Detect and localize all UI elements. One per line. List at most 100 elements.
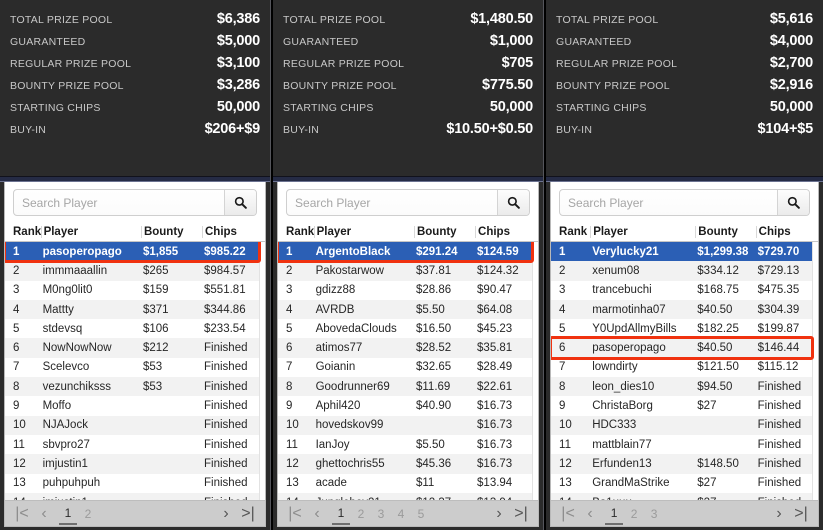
table-row[interactable]: 3 gdizz88 $28.86 $90.47 (278, 280, 539, 300)
pagination-page-1[interactable]: 1 (332, 503, 351, 525)
pagination-last-button[interactable]: >| (237, 502, 259, 526)
table-row[interactable]: 4 marmotinha07 $40.50 $304.39 (551, 299, 818, 320)
column-header-chips[interactable]: Chips (202, 225, 265, 238)
table-row[interactable]: 9 ChristaBorg $27 Finished (551, 396, 818, 416)
table-row[interactable]: 3 M0ng0lit0 $159 $551.81 (5, 280, 266, 300)
pagination-prev-button[interactable]: ‹ (306, 502, 328, 526)
pagination-page-1[interactable]: 1 (59, 503, 77, 525)
table-row[interactable]: 6 NowNowNow $212 Finished (5, 338, 266, 358)
table-row[interactable]: 6 pasoperopago $40.50 $146.44 (551, 338, 818, 358)
pagination-page-4[interactable]: 4 (392, 503, 410, 525)
cell-player: Scelevco (42, 361, 90, 374)
vertical-scrollbar[interactable] (532, 242, 539, 500)
table-row[interactable]: 8 Goodrunner69 $11.69 $22.61 (278, 377, 539, 397)
column-header-chips[interactable]: Chips (475, 225, 538, 238)
table-row[interactable]: 12 ghettochris55 $45.36 $16.73 (278, 454, 539, 474)
search-box[interactable] (286, 189, 531, 216)
column-header-bounty[interactable]: Bounty (695, 225, 755, 238)
pagination-first-button[interactable]: |< (11, 502, 33, 526)
cell-bounty: $40.50 (697, 342, 733, 355)
vertical-scrollbar[interactable] (812, 242, 818, 500)
table-row[interactable]: 8 leon_dies10 $94.50 Finished (551, 377, 818, 397)
table-row[interactable]: 4 Mattty $371 $344.86 (5, 299, 266, 320)
column-header-rank[interactable]: Rank (5, 226, 41, 238)
table-row[interactable]: 2 Pakostarwow $37.81 $124.32 (278, 261, 539, 281)
table-row[interactable]: 7 Scelevco $53 Finished (5, 357, 266, 378)
table-row[interactable]: 10 NJAJock Finished (5, 415, 266, 435)
column-header-rank[interactable]: Rank (278, 226, 314, 238)
column-header-bounty[interactable]: Bounty (413, 225, 475, 238)
column-header-player[interactable]: Player (590, 225, 695, 238)
pagination-last-button[interactable]: >| (510, 502, 532, 526)
search-input[interactable] (560, 190, 777, 215)
stat-label: BOUNTY PRIZE POOL (283, 80, 397, 92)
table-row[interactable]: 2 xenum08 $334.12 $729.13 (551, 261, 818, 281)
table-row[interactable]: 8 vezunchiksss $53 Finished (5, 377, 266, 397)
table-row[interactable]: 4 AVRDB $5.50 $64.08 (278, 299, 539, 320)
table-row[interactable]: 7 Goianin $32.65 $28.49 (278, 357, 539, 378)
stat-row: REGULAR PRIZE POOL $2,700 (556, 52, 813, 74)
stat-row: GUARANTEED $5,000 (10, 30, 260, 52)
table-row[interactable]: 11 mattblain77 Finished (551, 434, 818, 455)
cell-rank: 5 (13, 322, 20, 335)
column-header-chips[interactable]: Chips (755, 225, 818, 238)
pagination-next-button[interactable]: › (768, 502, 790, 526)
search-input[interactable] (14, 190, 225, 215)
cell-player: Goodrunner69 (315, 380, 390, 393)
pagination-first-button[interactable]: |< (284, 502, 306, 526)
table-row[interactable]: 1 Verylucky21 $1,299.38 $729.70 (551, 242, 818, 262)
pagination-page-2[interactable]: 2 (352, 503, 370, 525)
pagination-prev-button[interactable]: ‹ (579, 502, 601, 526)
table-row[interactable]: 11 IanJoy $5.50 $16.73 (278, 434, 539, 455)
table-row[interactable]: 2 immmaaallin $265 $984.57 (5, 261, 266, 281)
search-box[interactable] (13, 189, 258, 216)
cell-chips: $729.13 (757, 264, 800, 277)
table-row[interactable]: 9 Aphil420 $40.90 $16.73 (278, 396, 539, 416)
table-row[interactable]: 14Ba1uuu$27Finished (551, 492, 818, 500)
column-header-player[interactable]: Player (40, 225, 141, 238)
pagination-page-3[interactable]: 3 (372, 503, 390, 525)
cell-player: hovedskov99 (315, 419, 384, 432)
pagination-next-button[interactable]: › (215, 502, 237, 526)
vertical-scrollbar[interactable] (259, 242, 266, 500)
cell-bounty: $334.12 (697, 264, 739, 277)
table-row[interactable]: 11 sbvpro27 Finished (5, 434, 266, 455)
pagination-last-button[interactable]: >| (790, 502, 812, 526)
search-box[interactable] (559, 189, 810, 216)
pagination-prev-button[interactable]: ‹ (33, 502, 55, 526)
table-row[interactable]: 14imjustin1 Finished (5, 492, 266, 500)
pagination-page-2[interactable]: 2 (79, 503, 97, 525)
table-row[interactable]: 13 puhpuhpuh Finished (5, 473, 266, 493)
pagination-page-5[interactable]: 5 (412, 503, 430, 525)
table-row[interactable]: 6 atimos77 $28.52 $35.81 (278, 338, 539, 358)
search-input[interactable] (287, 190, 498, 215)
search-button[interactable] (224, 190, 257, 215)
table-row[interactable]: 13 acade $11 $13.94 (278, 473, 539, 493)
column-header-rank[interactable]: Rank (551, 226, 590, 238)
table-row[interactable]: 3 trancebuchi $168.75 $475.35 (551, 280, 818, 300)
pagination-next-button[interactable]: › (488, 502, 510, 526)
pagination-page-1[interactable]: 1 (605, 503, 624, 525)
table-row[interactable]: 12 imjustin1 Finished (5, 454, 266, 474)
table-row[interactable]: 5 Y0UpdAllmyBills $182.25 $199.87 (551, 319, 818, 339)
cell-chips: Finished (204, 457, 248, 470)
column-header-player[interactable]: Player (313, 225, 414, 238)
table-row[interactable]: 7 lowndirty $121.50 $115.12 (551, 357, 818, 378)
column-header-bounty[interactable]: Bounty (140, 225, 202, 238)
pagination-first-button[interactable]: |< (557, 502, 579, 526)
table-row[interactable]: 5 AbovedaClouds $16.50 $45.23 (278, 319, 539, 339)
table-row[interactable]: 5 stdevsq $106 $233.54 (5, 319, 266, 339)
table-row[interactable]: 10 hovedskov99 $16.73 (278, 415, 539, 435)
table-row[interactable]: 13 GrandMaStrike $27 Finished (551, 473, 818, 493)
table-row[interactable]: 1 ArgentoBlack $291.24 $124.59 (278, 242, 539, 262)
table-row[interactable]: 9 Moffo Finished (5, 396, 266, 416)
cell-player: mattblain77 (592, 438, 652, 451)
pagination-page-2[interactable]: 2 (625, 503, 643, 525)
table-row[interactable]: 12 Erfunden13 $148.50 Finished (551, 454, 818, 474)
table-row[interactable]: 14Jungleboy21$12.37$13.94 (278, 492, 539, 500)
pagination-page-3[interactable]: 3 (645, 503, 663, 525)
search-button[interactable] (497, 190, 530, 215)
search-button[interactable] (777, 190, 809, 215)
table-row[interactable]: 10 HDC333 Finished (551, 415, 818, 435)
table-row[interactable]: 1 pasoperopago $1,855 $985.22 (5, 242, 266, 262)
